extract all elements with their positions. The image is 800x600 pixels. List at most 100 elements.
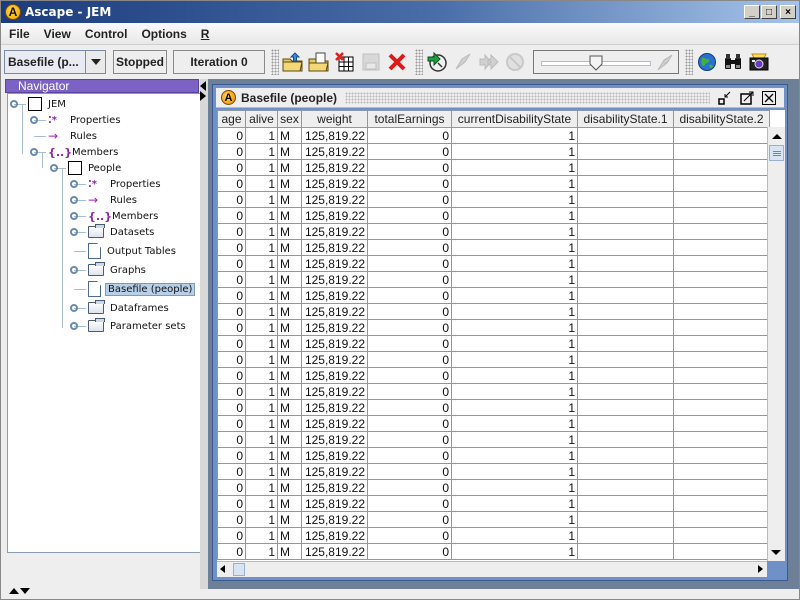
cell-alive[interactable]: 1 (245, 207, 278, 224)
cell-currentdisabilitystate[interactable]: 1 (451, 319, 578, 336)
tree-item-properties[interactable]: ⁚* Properties (88, 176, 163, 192)
cell-disabilitystate-1[interactable] (577, 271, 674, 288)
table-row[interactable]: 0 1 M 125,819.22 0 1 (217, 335, 770, 352)
column-header-age[interactable]: age (217, 110, 246, 128)
cell-age[interactable]: 0 (217, 367, 246, 384)
cell-weight[interactable]: 125,819.22 (301, 223, 368, 240)
cell-disabilitystate-1[interactable] (577, 383, 674, 400)
cell-weight[interactable]: 125,819.22 (301, 303, 368, 320)
cell-totalearnings[interactable]: 0 (367, 399, 452, 416)
cell-alive[interactable]: 1 (245, 495, 278, 512)
cell-currentdisabilitystate[interactable]: 1 (451, 143, 578, 160)
cell-totalearnings[interactable]: 0 (367, 271, 452, 288)
cell-sex[interactable]: M (277, 287, 302, 304)
cell-disabilitystate-2[interactable] (673, 511, 770, 528)
cell-disabilitystate-2[interactable] (673, 383, 770, 400)
cell-currentdisabilitystate[interactable]: 1 (451, 159, 578, 176)
table-row[interactable]: 0 1 M 125,819.22 0 1 (217, 255, 770, 272)
table-row[interactable]: 0 1 M 125,819.22 0 1 (217, 351, 770, 368)
cell-disabilitystate-1[interactable] (577, 511, 674, 528)
cell-disabilitystate-1[interactable] (577, 351, 674, 368)
cell-totalearnings[interactable]: 0 (367, 319, 452, 336)
cell-totalearnings[interactable]: 0 (367, 479, 452, 496)
table-row[interactable]: 0 1 M 125,819.22 0 1 (217, 495, 770, 512)
cell-weight[interactable]: 125,819.22 (301, 463, 368, 480)
cell-sex[interactable]: M (277, 511, 302, 528)
maximize-button[interactable] (740, 91, 754, 105)
cell-age[interactable]: 0 (217, 383, 246, 400)
cell-weight[interactable]: 125,819.22 (301, 511, 368, 528)
cell-totalearnings[interactable]: 0 (367, 159, 452, 176)
horizontal-scroll-thumb[interactable] (233, 563, 245, 576)
maximize-button[interactable]: □ (761, 5, 777, 19)
tree-item-datasets[interactable]: Datasets (88, 224, 156, 240)
expand-toggle-icon[interactable] (10, 100, 18, 108)
table-row[interactable]: 0 1 M 125,819.22 0 1 (217, 223, 770, 240)
cell-disabilitystate-2[interactable] (673, 367, 770, 384)
menu-view[interactable]: View (44, 27, 71, 41)
toolbar-grip-2[interactable] (415, 49, 423, 75)
cell-totalearnings[interactable]: 0 (367, 255, 452, 272)
cell-disabilitystate-1[interactable] (577, 319, 674, 336)
cell-sex[interactable]: M (277, 463, 302, 480)
column-header-weight[interactable]: weight (301, 110, 368, 128)
cell-alive[interactable]: 1 (245, 303, 278, 320)
cell-currentdisabilitystate[interactable]: 1 (451, 527, 578, 544)
cell-sex[interactable]: M (277, 415, 302, 432)
cell-currentdisabilitystate[interactable]: 1 (451, 127, 578, 144)
cell-disabilitystate-1[interactable] (577, 255, 674, 272)
cell-totalearnings[interactable]: 0 (367, 367, 452, 384)
cell-alive[interactable]: 1 (245, 447, 278, 464)
cell-age[interactable]: 0 (217, 223, 246, 240)
cell-currentdisabilitystate[interactable]: 1 (451, 239, 578, 256)
cell-weight[interactable]: 125,819.22 (301, 271, 368, 288)
cell-disabilitystate-1[interactable] (577, 463, 674, 480)
cell-alive[interactable]: 1 (245, 319, 278, 336)
cell-sex[interactable]: M (277, 351, 302, 368)
iconify-button[interactable] (718, 91, 732, 105)
tree-item-people[interactable]: People (68, 160, 123, 176)
table-row[interactable]: 0 1 M 125,819.22 0 1 (217, 479, 770, 496)
column-header-alive[interactable]: alive (245, 110, 278, 128)
view-select[interactable]: Basefile (p... (4, 50, 106, 74)
cell-weight[interactable]: 125,819.22 (301, 255, 368, 272)
cell-age[interactable]: 0 (217, 463, 246, 480)
cell-disabilitystate-1[interactable] (577, 415, 674, 432)
open-saved-icon[interactable] (307, 50, 331, 74)
minimize-button[interactable]: _ (744, 5, 760, 19)
cell-sex[interactable]: M (277, 239, 302, 256)
cell-currentdisabilitystate[interactable]: 1 (451, 351, 578, 368)
cell-disabilitystate-1[interactable] (577, 287, 674, 304)
cell-disabilitystate-1[interactable] (577, 367, 674, 384)
cell-disabilitystate-2[interactable] (673, 479, 770, 496)
cell-age[interactable]: 0 (217, 495, 246, 512)
cell-weight[interactable]: 125,819.22 (301, 367, 368, 384)
cell-disabilitystate-2[interactable] (673, 335, 770, 352)
cell-sex[interactable]: M (277, 223, 302, 240)
cell-disabilitystate-1[interactable] (577, 159, 674, 176)
cell-disabilitystate-2[interactable] (673, 303, 770, 320)
tree-item-rules[interactable]: → Rules (88, 192, 139, 208)
cell-sex[interactable]: M (277, 447, 302, 464)
globe-icon[interactable] (695, 50, 719, 74)
cell-totalearnings[interactable]: 0 (367, 223, 452, 240)
title-drag-area[interactable] (345, 91, 710, 104)
cell-disabilitystate-1[interactable] (577, 447, 674, 464)
cell-disabilitystate-1[interactable] (577, 431, 674, 448)
cell-disabilitystate-2[interactable] (673, 319, 770, 336)
cell-age[interactable]: 0 (217, 351, 246, 368)
cell-alive[interactable]: 1 (245, 351, 278, 368)
cell-age[interactable]: 0 (217, 271, 246, 288)
cell-disabilitystate-2[interactable] (673, 399, 770, 416)
cell-disabilitystate-1[interactable] (577, 335, 674, 352)
expand-toggle-icon[interactable] (70, 196, 78, 204)
horizontal-scrollbar[interactable] (217, 561, 767, 577)
cell-alive[interactable]: 1 (245, 271, 278, 288)
cell-disabilitystate-1[interactable] (577, 191, 674, 208)
cell-disabilitystate-2[interactable] (673, 207, 770, 224)
tree-item-jem[interactable]: JEM (28, 96, 68, 112)
cell-disabilitystate-2[interactable] (673, 463, 770, 480)
cell-disabilitystate-1[interactable] (577, 495, 674, 512)
table-row[interactable]: 0 1 M 125,819.22 0 1 (217, 127, 770, 144)
cell-weight[interactable]: 125,819.22 (301, 191, 368, 208)
